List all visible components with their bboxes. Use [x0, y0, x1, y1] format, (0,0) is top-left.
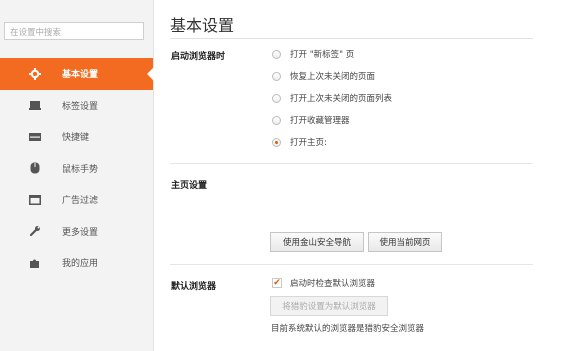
sidebar-item-label: 鼠标手势: [62, 164, 99, 175]
settings-main: 基本设置 启动浏览器时 打开 "新标签" 页 恢复上次未关闭的页面 打开上次未关…: [154, 0, 573, 351]
sidebar-nav: 基本设置 标签设置 快捷键 鼠标手势 广告过滤 更多设置 我的应用: [0, 58, 154, 279]
sidebar-item-tab-settings[interactable]: 标签设置: [0, 90, 153, 122]
keyboard-icon: [28, 130, 42, 144]
settings-search-input[interactable]: 在设置中搜索: [4, 22, 144, 40]
startup-option-homepage[interactable]: 打开主页:: [272, 136, 327, 148]
radio-label: 打开上次未关闭的页面列表: [290, 94, 393, 104]
radio-label: 打开收藏管理器: [290, 116, 350, 126]
window-icon: [28, 193, 42, 207]
use-kingsoft-nav-button[interactable]: 使用金山安全导航: [270, 232, 364, 252]
sidebar-item-label: 基本设置: [62, 70, 99, 81]
startup-option-restore-pages[interactable]: 恢复上次未关闭的页面: [272, 70, 375, 82]
tab-icon: [28, 98, 42, 112]
sidebar-item-mouse-gestures[interactable]: 鼠标手势: [0, 153, 153, 185]
sidebar-item-label: 我的应用: [62, 259, 99, 270]
set-default-browser-button[interactable]: 将猎豹设置为默认浏览器: [270, 296, 388, 316]
use-current-page-button[interactable]: 使用当前网页: [368, 232, 442, 252]
sidebar-item-shortcuts[interactable]: 快捷键: [0, 121, 153, 153]
default-browser-section-label: 默认浏览器: [171, 282, 217, 292]
check-default-browser-checkbox[interactable]: ✔ 启动时检查默认浏览器: [272, 277, 375, 289]
startup-option-page-list[interactable]: 打开上次未关闭的页面列表: [272, 92, 392, 104]
radio-button[interactable]: [272, 71, 281, 81]
gear-icon: [28, 67, 42, 81]
sidebar-item-basic-settings[interactable]: 基本设置: [0, 58, 154, 90]
mouse-icon: [28, 161, 42, 175]
sidebar-item-label: 广告过滤: [62, 196, 99, 207]
page-title: 基本设置: [170, 16, 235, 35]
radio-button[interactable]: [272, 93, 281, 103]
radio-label: 打开主页:: [290, 138, 327, 148]
sidebar-item-label: 更多设置: [62, 227, 99, 238]
sidebar-item-ad-filter[interactable]: 广告过滤: [0, 184, 153, 216]
radio-button[interactable]: [272, 49, 281, 59]
section-divider: [170, 163, 533, 164]
sidebar: 在设置中搜索 基本设置 标签设置 快捷键 鼠标手势 广告过滤 更多设置 我的应用: [0, 0, 154, 351]
checkbox-label: 启动时检查默认浏览器: [290, 279, 376, 289]
checkbox[interactable]: ✔: [272, 278, 282, 288]
startup-option-new-tab[interactable]: 打开 "新标签" 页: [272, 48, 354, 60]
sidebar-item-label: 快捷键: [62, 133, 90, 144]
startup-section-label: 启动浏览器时: [171, 52, 226, 62]
homepage-section-label: 主页设置: [171, 181, 208, 191]
section-divider: [170, 264, 533, 265]
radio-label: 打开 "新标签" 页: [290, 50, 355, 60]
startup-option-bookmark-manager[interactable]: 打开收藏管理器: [272, 114, 350, 126]
title-divider: [170, 38, 533, 39]
default-browser-status: 目前系统默认的浏览器是猎豹安全浏览器: [271, 324, 425, 334]
sidebar-item-more-settings[interactable]: 更多设置: [0, 216, 153, 248]
radio-button-selected[interactable]: [272, 137, 281, 147]
sidebar-item-label: 标签设置: [62, 101, 99, 112]
radio-button[interactable]: [272, 115, 281, 125]
radio-label: 恢复上次未关闭的页面: [290, 72, 376, 82]
wrench-icon: [28, 224, 42, 238]
sidebar-item-my-apps[interactable]: 我的应用: [0, 247, 153, 279]
puzzle-icon: [28, 256, 42, 270]
